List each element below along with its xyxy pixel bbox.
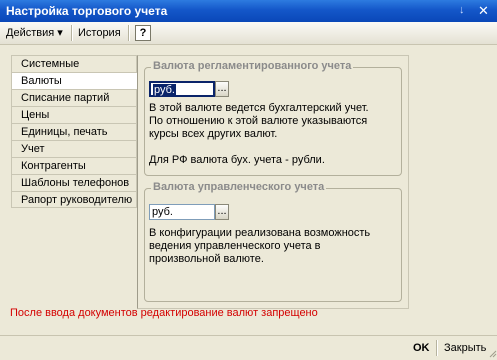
tab-list: Системные Валюты Списание партий Цены Ед… (11, 55, 138, 208)
close-button[interactable]: Закрыть (444, 340, 486, 356)
actions-menu[interactable]: Действия ▾ (3, 25, 66, 41)
toolbar: Действия ▾ История ? (0, 22, 497, 45)
warning-message: После ввода документов редактирование ва… (10, 307, 318, 319)
tab-manager-report[interactable]: Рапорт руководителю (11, 191, 137, 208)
resize-grip-icon[interactable] (489, 350, 497, 358)
management-currency-description: В конфигурации реализована возможность в… (149, 227, 371, 265)
ok-button[interactable]: OK (413, 340, 430, 356)
management-currency-select-button[interactable]: ... (215, 204, 229, 220)
footer-separator (436, 340, 438, 356)
management-currency-field[interactable]: руб. (149, 204, 215, 220)
history-button[interactable]: История (75, 25, 124, 41)
window-title: Настройка торгового учета (6, 4, 168, 18)
regulated-currency-field[interactable]: руб. (149, 81, 215, 97)
management-currency-group: Валюта управленческого учета руб. ... В … (144, 181, 402, 302)
tab-prices[interactable]: Цены (11, 106, 137, 123)
tab-batch-writeoff[interactable]: Списание партий (11, 89, 137, 106)
title-bar: Настройка торгового учета ↓ ✕ (0, 0, 497, 22)
tab-accounting[interactable]: Учет (11, 140, 137, 157)
toolbar-separator (128, 25, 130, 41)
footer-bar: OK Закрыть (0, 335, 497, 360)
management-currency-title: Валюта управленческого учета (151, 181, 327, 193)
close-icon[interactable]: ✕ (475, 2, 492, 19)
regulated-currency-description: В этой валюте ведется бухгалтерский учет… (149, 102, 369, 166)
toolbar-separator (71, 25, 73, 41)
tab-units-print[interactable]: Единицы, печать (11, 123, 137, 140)
regulated-currency-group: Валюта регламентированного учета руб. ..… (144, 60, 402, 176)
tab-phone-templates[interactable]: Шаблоны телефонов (11, 174, 137, 191)
pin-icon[interactable]: ↓ (459, 4, 465, 16)
tab-counterparties[interactable]: Контрагенты (11, 157, 137, 174)
regulated-currency-title: Валюта регламентированного учета (151, 60, 354, 72)
regulated-currency-select-button[interactable]: ... (215, 81, 229, 97)
help-button[interactable]: ? (135, 25, 151, 41)
tab-system[interactable]: Системные (11, 55, 137, 72)
tab-currencies[interactable]: Валюты (11, 72, 138, 89)
